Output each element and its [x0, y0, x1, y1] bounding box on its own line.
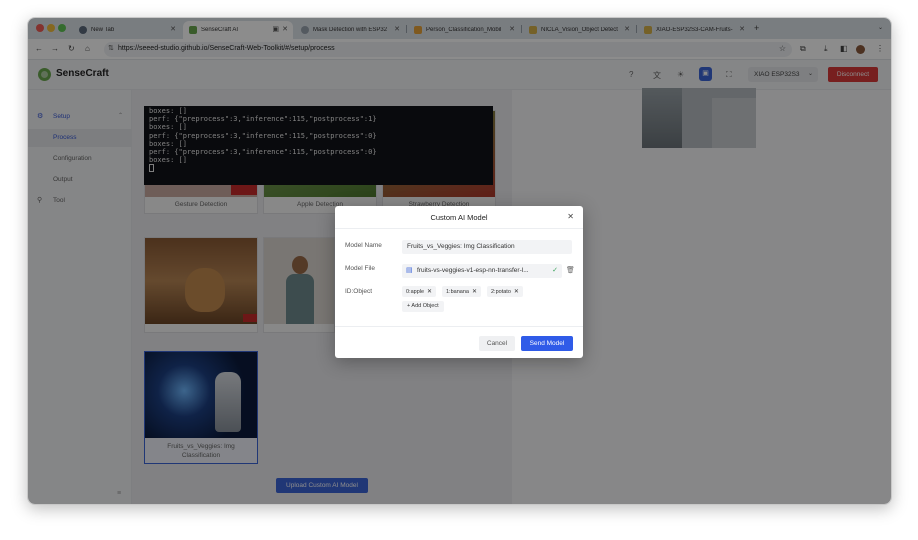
object-tag[interactable]: 2:potato ✕ [487, 286, 523, 297]
file-icon: ▤ [406, 267, 413, 274]
divider [335, 228, 583, 229]
trash-icon[interactable]: 🗑 [566, 266, 575, 274]
model-name-label: Model Name [345, 242, 382, 249]
close-icon[interactable]: ✕ [567, 212, 574, 221]
tag-label: 0:apple [406, 289, 425, 295]
dialog-title: Custom AI Model [430, 213, 488, 222]
add-object-button[interactable]: + Add Object [402, 301, 444, 312]
model-file-field[interactable]: ▤ fruits-vs-veggies-v1-esp-nn-transfer-l… [402, 264, 562, 278]
tag-label: 2:potato [491, 289, 511, 295]
divider [335, 326, 583, 327]
remove-tag-icon[interactable]: ✕ [427, 289, 432, 295]
remove-tag-icon[interactable]: ✕ [472, 289, 477, 295]
model-name-input[interactable]: Fruits_vs_Veggies: Img Classification [402, 240, 572, 254]
cancel-button[interactable]: Cancel [479, 336, 515, 351]
object-tag[interactable]: 1:banana ✕ [442, 286, 481, 297]
remove-tag-icon[interactable]: ✕ [514, 289, 519, 295]
model-file-label: Model File [345, 265, 375, 272]
check-icon: ✓ [552, 267, 558, 274]
custom-ai-model-dialog: Custom AI Model ✕ Model Name Fruits_vs_V… [335, 206, 583, 358]
send-model-button[interactable]: Send Model [521, 336, 573, 351]
model-file-name: fruits-vs-veggies-v1-esp-nn-transfer-l..… [417, 267, 529, 274]
tag-label: 1:banana [446, 289, 469, 295]
id-object-label: ID:Object [345, 288, 373, 295]
object-tag[interactable]: 0:apple ✕ [402, 286, 437, 297]
